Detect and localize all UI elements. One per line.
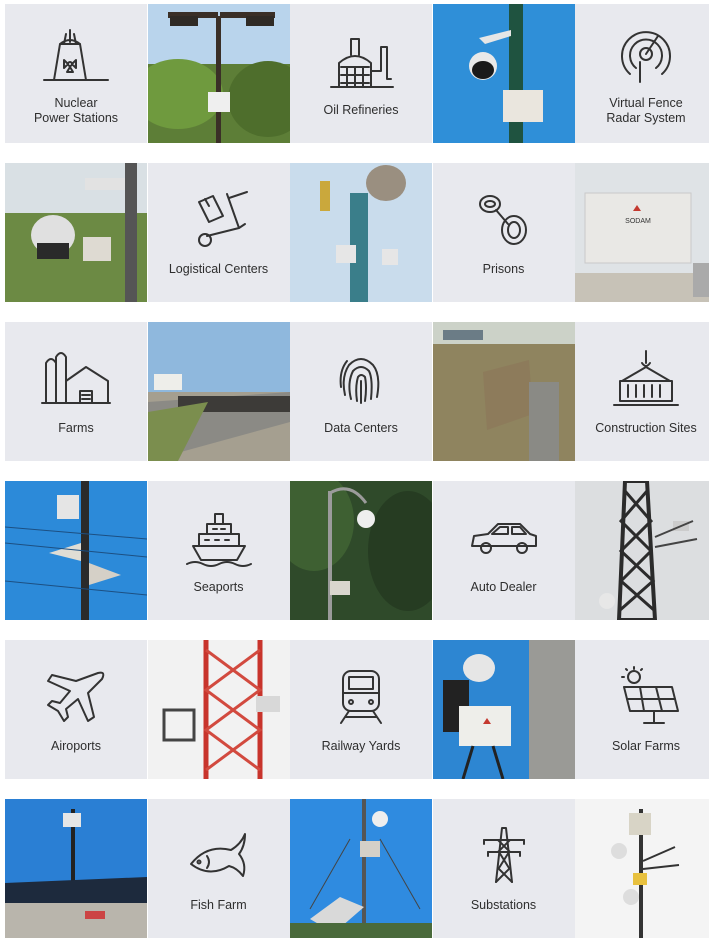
photo-solar-trailer [5,799,147,938]
train-icon [340,670,382,724]
handcuffs-icon [478,195,527,245]
photo-camera-radar-mast [432,640,575,779]
grid-row: Fish Farm Substations [5,799,709,938]
tile-label: Solar Farms [611,739,681,753]
grid-row: Seaports Auto Dealer [5,481,709,620]
tile-label: Construction Sites [595,421,697,435]
tile-logistical-centers: Logistical Centers [147,163,290,302]
grid-row: Airoports Railway Yards Solar Farms [5,640,709,779]
farm-silo-icon [41,352,111,404]
tile-label: Substations [470,898,537,912]
tile-label: Logistical Centers [168,262,269,276]
tile-seaports: Seaports [147,481,290,620]
tile-label: Railway Yards [321,739,401,753]
grid-row: Farms Data Centers Construction Sites [5,322,709,461]
tile-label: Virtual Fence Radar System [606,95,686,125]
tile-prisons: Prisons [432,163,575,302]
tile-solar-farms: Solar Farms [575,640,709,779]
photo-light-pole-trees [147,4,290,143]
photo-railway-radar [147,322,290,461]
grid-row: Logistical Centers Prisons SODAM [5,163,709,302]
photo-lattice-tower [575,481,709,620]
tile-label: Prisons [482,262,525,276]
fingerprint-icon [339,358,380,404]
radar-icon [621,30,671,83]
tile-oil-refineries: Oil Refineries [290,4,432,143]
tile-railway-yards: Railway Yards [290,640,432,779]
photo-ptz-camera-field [5,163,147,302]
tile-farms: Farms [5,322,147,461]
power-pylon-icon [482,827,525,883]
oil-refinery-icon [330,38,394,88]
photo-radar-on-post [432,322,575,461]
tile-nuclear-power-stations: Nuclear Power Stations [5,4,147,143]
industry-grid: Nuclear Power Stations Oil Refineries Vi… [5,4,709,938]
tile-label: Nuclear Power Stations [33,95,119,125]
tile-fish-farm: Fish Farm [147,799,290,938]
tile-substations: Substations [432,799,575,938]
solar-panel-icon [621,666,679,724]
ship-icon [185,513,252,567]
tile-label: Data Centers [324,421,398,435]
tile-airports: Airoports [5,640,147,779]
photo-red-white-tower [147,640,290,779]
photo-camera-pole-trees [290,481,432,620]
crane-container-icon [613,350,679,406]
airplane-icon [47,671,105,722]
tile-label: Farms [58,421,94,435]
grid-row: Nuclear Power Stations Oil Refineries Vi… [5,4,709,143]
tile-label: Oil Refineries [323,103,399,117]
tile-label: Fish Farm [190,898,247,912]
photo-mast-white-sky [575,799,709,938]
nuclear-plant-icon [43,28,109,81]
brand-text: SODAM [625,218,651,225]
fish-icon [189,833,246,877]
tile-virtual-fence-radar: Virtual Fence Radar System [575,4,709,143]
photo-solar-mast [290,799,432,938]
tile-data-centers: Data Centers [290,322,432,461]
hand-truck-icon [197,191,248,247]
car-icon [470,523,537,554]
tile-label: Seaports [193,580,244,594]
tile-label: Airoports [50,739,102,753]
tile-construction-sites: Construction Sites [575,322,709,461]
photo-radar-unit-closeup: SODAM [575,163,709,302]
tile-auto-dealer: Auto Dealer [432,481,575,620]
photo-mast-satellite-dish [290,163,432,302]
photo-speaker-mast [5,481,147,620]
tile-label: Auto Dealer [470,580,537,594]
photo-camera-pole-blue-sky [432,4,575,143]
